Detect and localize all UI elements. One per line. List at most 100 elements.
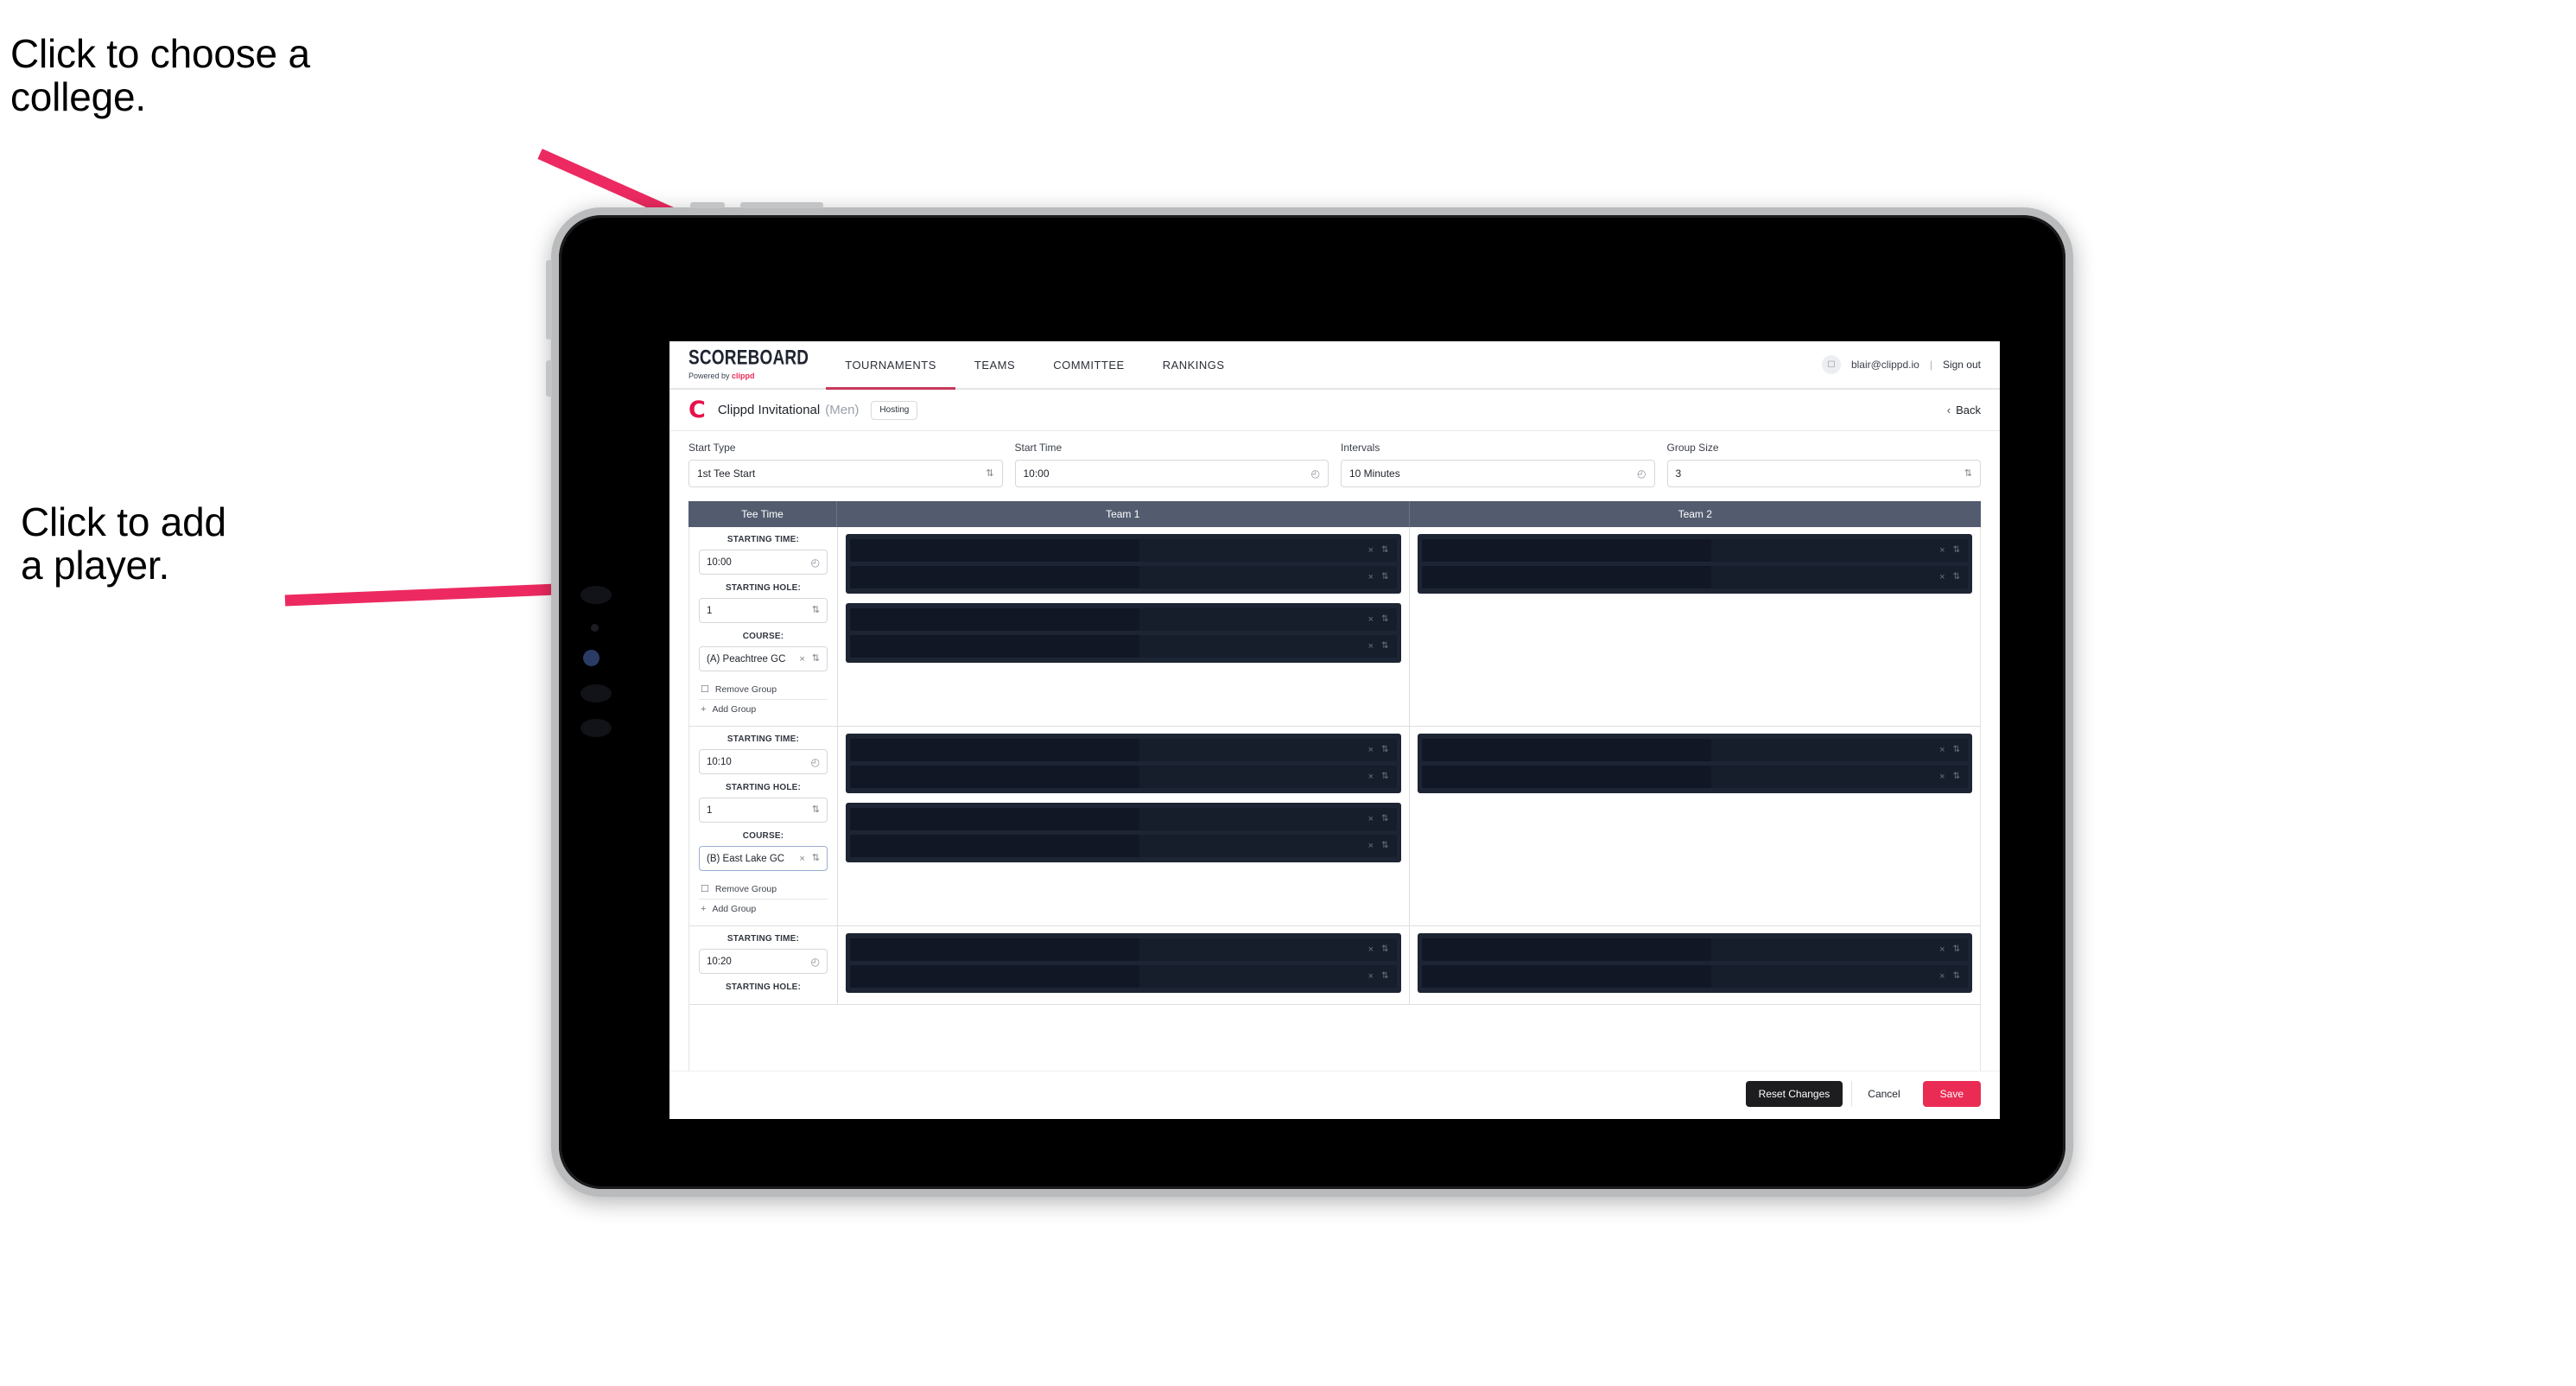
player-slot-row[interactable]: × ⇅: [1421, 938, 1968, 961]
tee-sheet-table-body[interactable]: STARTING TIME: 10:00 ◴ STARTING HOLE: 1 ⇅ COUR…: [688, 527, 1981, 1071]
starting-hole-input[interactable]: 1 ⇅: [699, 798, 828, 823]
clear-icon[interactable]: ×: [1939, 745, 1945, 755]
player-slot-row[interactable]: × ⇅: [850, 566, 1397, 588]
group-size-select[interactable]: 3 ⇅: [1666, 460, 1981, 487]
stepper-icon[interactable]: ⇅: [1381, 642, 1388, 651]
clock-icon[interactable]: ◴: [811, 957, 820, 967]
team1-column: × ⇅ × ⇅ × ⇅ × ⇅: [838, 527, 1410, 726]
player-slot-row[interactable]: × ⇅: [850, 835, 1397, 857]
intervals-input[interactable]: 10 Minutes ◴: [1341, 460, 1655, 487]
clock-icon[interactable]: ◴: [811, 757, 820, 767]
sign-out-link[interactable]: Sign out: [1943, 359, 1981, 371]
player-group-block: × ⇅ × ⇅: [1417, 534, 1972, 594]
stepper-icon[interactable]: ⇅: [1953, 772, 1960, 781]
nav-tab-tournaments[interactable]: TOURNAMENTS: [826, 341, 955, 390]
clear-icon[interactable]: ×: [1368, 841, 1374, 851]
player-slot-row[interactable]: × ⇅: [1421, 539, 1968, 562]
player-slot-row[interactable]: × ⇅: [850, 608, 1397, 631]
reset-changes-button[interactable]: Reset Changes: [1745, 1081, 1843, 1107]
player-slot-row[interactable]: × ⇅: [1421, 566, 1968, 588]
player-slot-row[interactable]: × ⇅: [850, 808, 1397, 830]
starting-time-input[interactable]: 10:20 ◴: [699, 949, 828, 974]
field-start-type: Start Type 1st Tee Start ⇅: [688, 442, 1015, 487]
clear-icon[interactable]: ×: [1368, 641, 1374, 652]
clear-icon[interactable]: ×: [1368, 814, 1374, 824]
remove-group-button[interactable]: ☐ Remove Group: [699, 680, 828, 699]
player-slot-row[interactable]: × ⇅: [1421, 965, 1968, 988]
power-button[interactable]: [740, 202, 823, 208]
starting-time-input[interactable]: 10:10 ◴: [699, 749, 828, 774]
clear-icon[interactable]: ×: [1368, 545, 1374, 556]
clear-icon[interactable]: ×: [1368, 772, 1374, 782]
stepper-icon[interactable]: ⇅: [1953, 573, 1960, 582]
clear-icon[interactable]: ×: [1939, 772, 1945, 782]
player-slot-row[interactable]: × ⇅: [850, 539, 1397, 562]
stepper-icon[interactable]: ⇅: [1381, 573, 1388, 582]
clear-icon[interactable]: ×: [799, 854, 804, 864]
tablet-screen: SCOREBOARD Powered by clippd TOURNAMENTS…: [559, 215, 2065, 1189]
player-slot-row[interactable]: × ⇅: [850, 635, 1397, 658]
clear-icon[interactable]: ×: [1368, 614, 1374, 625]
brand-logo[interactable]: SCOREBOARD Powered by clippd: [669, 341, 826, 388]
clear-icon[interactable]: ×: [1939, 545, 1945, 556]
clear-icon[interactable]: ×: [1368, 944, 1374, 955]
start-time-input[interactable]: 10:00 ◴: [1014, 460, 1329, 487]
clear-icon[interactable]: ×: [1368, 572, 1374, 582]
stepper-icon[interactable]: ⇅: [1953, 546, 1960, 555]
stepper-icon[interactable]: ⇅: [1381, 815, 1388, 823]
start-type-select[interactable]: 1st Tee Start ⇅: [688, 460, 1003, 487]
user-avatar-icon[interactable]: ☐: [1821, 355, 1841, 374]
tee-time-column: STARTING TIME: 10:20 ◴ STARTING HOLE:: [689, 926, 838, 1004]
player-slot-row[interactable]: × ⇅: [1421, 739, 1968, 761]
save-button[interactable]: Save: [1922, 1081, 1981, 1107]
clear-icon[interactable]: ×: [1939, 944, 1945, 955]
stepper-icon-2[interactable]: ⇅: [1964, 468, 1972, 479]
label-course: COURSE:: [742, 831, 784, 841]
stepper-icon[interactable]: ⇅: [1381, 546, 1388, 555]
stepper-icon[interactable]: ⇅: [1953, 746, 1960, 754]
clock-icon[interactable]: ◴: [811, 557, 820, 568]
stepper-icon[interactable]: ⇅: [812, 654, 820, 664]
remove-group-button[interactable]: ☐ Remove Group: [699, 880, 828, 899]
starting-time-input[interactable]: 10:00 ◴: [699, 550, 828, 575]
player-slot-row[interactable]: × ⇅: [850, 739, 1397, 761]
clear-icon[interactable]: ×: [1939, 572, 1945, 582]
cancel-button[interactable]: Cancel: [1851, 1081, 1915, 1107]
stepper-icon[interactable]: ⇅: [1381, 772, 1388, 781]
clear-icon[interactable]: ×: [1368, 745, 1374, 755]
add-group-button[interactable]: + Add Group: [699, 899, 828, 919]
player-slot-row[interactable]: × ⇅: [850, 965, 1397, 988]
nav-tab-committee[interactable]: COMMITTEE: [1034, 341, 1144, 388]
stepper-icon[interactable]: ⇅: [1953, 972, 1960, 981]
nav-tab-teams[interactable]: TEAMS: [955, 341, 1034, 388]
stepper-icon[interactable]: ⇅: [1381, 842, 1388, 850]
clear-icon[interactable]: ×: [1368, 971, 1374, 982]
top-button-small[interactable]: [690, 202, 725, 208]
stepper-icon[interactable]: ⇅: [1381, 615, 1388, 624]
add-group-button[interactable]: + Add Group: [699, 699, 828, 719]
stepper-icon[interactable]: ⇅: [812, 805, 820, 815]
player-slot-row[interactable]: × ⇅: [850, 766, 1397, 788]
starting-hole-input[interactable]: 1 ⇅: [699, 598, 828, 623]
nav-tab-rankings[interactable]: RANKINGS: [1144, 341, 1244, 388]
course-select[interactable]: (B) East Lake GC × ⇅: [699, 846, 828, 871]
back-button[interactable]: ‹ Back: [1947, 404, 1981, 416]
course-select[interactable]: (A) Peachtree GC × ⇅: [699, 646, 828, 671]
stepper-icon[interactable]: ⇅: [986, 468, 993, 479]
clock-icon[interactable]: ◴: [1311, 468, 1320, 479]
stepper-icon[interactable]: ⇅: [1381, 746, 1388, 754]
front-camera-icon: [583, 650, 600, 666]
volume-down-button[interactable]: [546, 360, 552, 397]
volume-up-button[interactable]: [546, 260, 552, 340]
stepper-icon[interactable]: ⇅: [1381, 945, 1388, 954]
clear-icon[interactable]: ×: [1939, 971, 1945, 982]
clock-icon-2[interactable]: ◴: [1637, 468, 1646, 479]
stepper-icon[interactable]: ⇅: [812, 606, 820, 615]
stepper-icon[interactable]: ⇅: [1381, 972, 1388, 981]
stepper-icon[interactable]: ⇅: [812, 854, 820, 863]
stepper-icon[interactable]: ⇅: [1953, 945, 1960, 954]
player-slot-row[interactable]: × ⇅: [1421, 766, 1968, 788]
player-slot-row[interactable]: × ⇅: [850, 938, 1397, 961]
start-type-value: 1st Tee Start: [697, 467, 756, 480]
clear-icon[interactable]: ×: [799, 654, 804, 664]
